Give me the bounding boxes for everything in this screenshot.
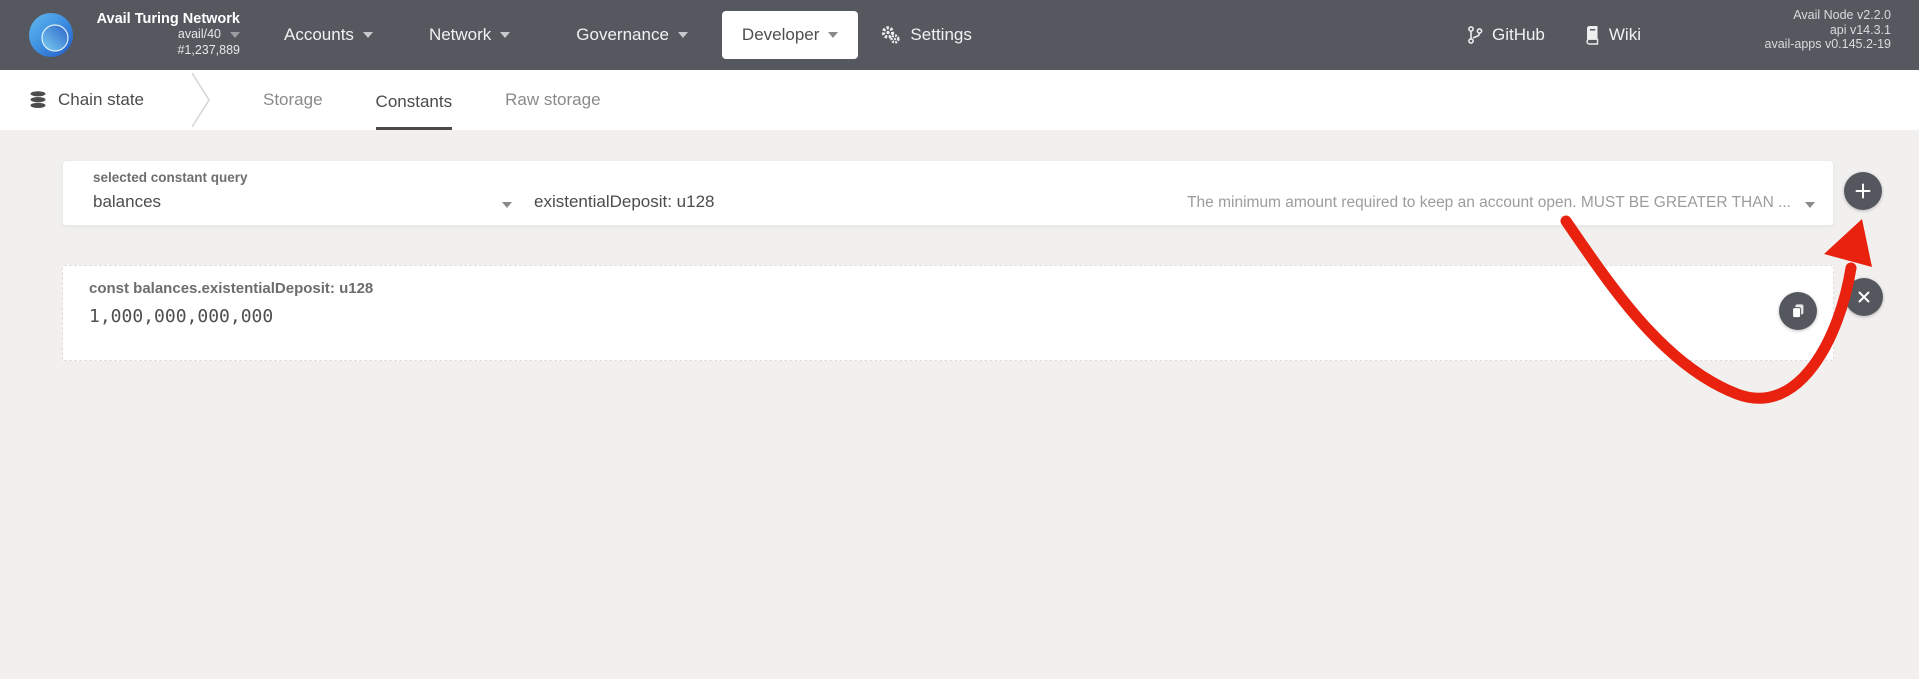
menu-accounts-label: Accounts — [284, 25, 354, 45]
chevron-down-icon — [230, 32, 240, 38]
avail-logo-icon — [28, 12, 74, 58]
network-info: Avail Turing Network avail/40 #1,237,889 — [88, 13, 240, 58]
github-link-label: GitHub — [1492, 25, 1545, 45]
top-navigation-bar: Avail Turing Network avail/40 #1,237,889… — [0, 0, 1919, 70]
constant-dropdown[interactable]: existentialDeposit: u128 The minimum amo… — [568, 161, 1833, 227]
chain-state-subnav: Chain state Storage Constants Raw storag… — [0, 70, 1919, 130]
chain-spec-label: avail/40 — [178, 28, 221, 42]
best-block-number: #1,237,889 — [88, 44, 240, 58]
chevron-down-icon — [828, 32, 838, 38]
network-name: Avail Turing Network — [88, 13, 240, 27]
menu-network[interactable]: Network — [429, 25, 510, 45]
database-icon — [28, 90, 48, 110]
query-label: selected constant query — [93, 170, 248, 185]
menu-governance[interactable]: Governance — [576, 25, 688, 45]
close-icon — [1857, 290, 1871, 304]
wiki-link-label: Wiki — [1609, 25, 1641, 45]
wiki-link[interactable]: Wiki — [1583, 25, 1641, 45]
menu-developer-label: Developer — [742, 25, 820, 45]
book-icon — [1583, 25, 1601, 45]
copy-button[interactable] — [1779, 292, 1817, 330]
plus-icon — [1854, 182, 1872, 200]
main-menu: Accounts Network Governance Developer — [240, 11, 972, 59]
api-version: api v14.3.1 — [1765, 23, 1891, 38]
chevron-down-icon — [500, 32, 510, 38]
pallet-dropdown[interactable]: selected constant query balances — [63, 161, 568, 227]
constant-query-card: selected constant query balances existen… — [62, 160, 1834, 226]
network-brand[interactable]: Avail Turing Network avail/40 #1,237,889 — [28, 12, 240, 58]
menu-governance-label: Governance — [576, 25, 669, 45]
chevron-down-icon — [1805, 202, 1815, 208]
menu-developer-active[interactable]: Developer — [722, 11, 859, 59]
breadcrumb-separator — [188, 71, 214, 129]
constant-description: The minimum amount required to keep an a… — [1187, 194, 1791, 212]
git-branch-icon — [1466, 25, 1484, 45]
version-info: Avail Node v2.2.0 api v14.3.1 avail-apps… — [1765, 8, 1891, 52]
menu-accounts[interactable]: Accounts — [284, 25, 373, 45]
selected-constant: existentialDeposit: u128 — [534, 192, 715, 212]
menu-settings-label: Settings — [910, 25, 971, 45]
chevron-down-icon — [363, 32, 373, 38]
query-result-row: const balances.existentialDeposit: u128 … — [62, 265, 1834, 361]
tab-bar: Storage Constants Raw storage — [263, 70, 601, 130]
node-version: Avail Node v2.2.0 — [1765, 8, 1891, 23]
tab-constants[interactable]: Constants — [376, 70, 453, 130]
chevron-down-icon — [678, 32, 688, 38]
close-result-button[interactable] — [1845, 278, 1883, 316]
result-title: const balances.existentialDeposit: u128 — [89, 280, 373, 297]
gears-icon — [880, 25, 901, 45]
section-chain-state: Chain state — [28, 70, 144, 130]
result-value: 1,000,000,000,000 — [89, 306, 273, 327]
copy-icon — [1789, 302, 1807, 320]
tab-raw-storage[interactable]: Raw storage — [505, 70, 600, 130]
menu-network-label: Network — [429, 25, 491, 45]
chevron-down-icon — [502, 202, 512, 208]
section-label: Chain state — [58, 90, 144, 110]
menu-settings[interactable]: Settings — [880, 25, 971, 45]
add-query-button[interactable] — [1844, 172, 1882, 210]
apps-version: avail-apps v0.145.2-19 — [1765, 37, 1891, 52]
tab-storage[interactable]: Storage — [263, 70, 323, 130]
github-link[interactable]: GitHub — [1466, 25, 1545, 45]
selected-pallet: balances — [93, 192, 161, 212]
main-content: selected constant query balances existen… — [0, 130, 1919, 679]
external-links: GitHub Wiki — [1466, 25, 1641, 45]
